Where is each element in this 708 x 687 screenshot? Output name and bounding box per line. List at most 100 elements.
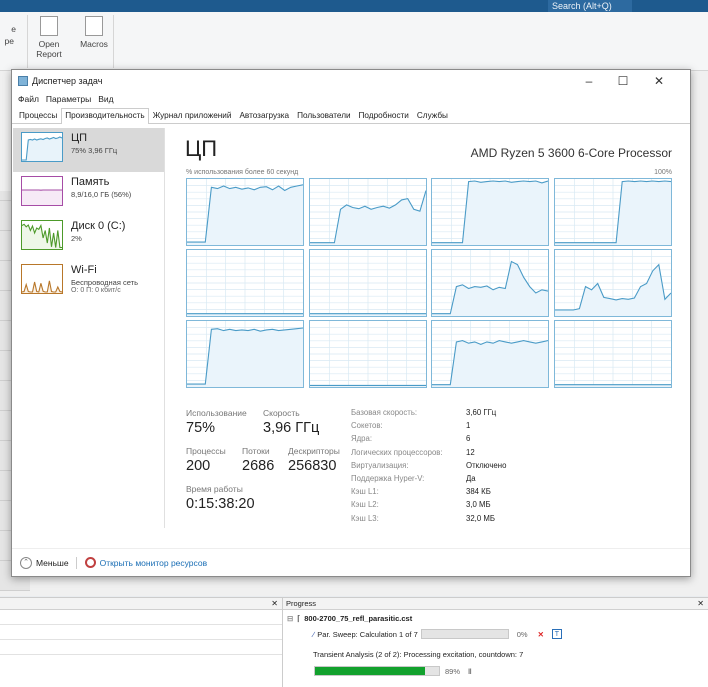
processes-label: Процессы [186,446,226,456]
cpu-core-graph [553,249,672,317]
ribbon-partial-item[interactable]: pe [0,36,14,46]
cpu-core-graph [186,320,304,388]
collapse-icon[interactable]: ⊟ [287,614,293,623]
menu-file[interactable]: Файл [18,94,39,104]
resource-sidebar: ЦП 75% 3,96 ГГц Память 8,9/16,0 ГБ (56%) Д… [13,128,165,528]
close-button[interactable]: ✕ [642,70,676,92]
app-title-bar: Search (Alt+Q) [0,0,708,12]
close-panel-icon[interactable]: ✕ [271,598,278,610]
sidebar-item-wifi[interactable]: Wi-Fi Беспроводная сеть О: 0 П: 0 кбит/с [13,260,164,304]
cpu-core-8-area [187,328,303,387]
menu-options[interactable]: Параметры [46,94,91,104]
progress-panel-title: Progress [286,599,317,608]
cpu-core-graph [553,178,672,246]
detail-label: Сокетов: [351,421,383,431]
minimize-button[interactable]: – [572,70,606,92]
abort-icon[interactable]: ✕ [538,630,544,639]
tab-app-history[interactable]: Журнал приложений [149,108,236,123]
panel-header: ✕ [0,598,282,610]
cpu-core-graph [431,320,549,388]
footer-bar: ⌃ Меньше Открыть монитор ресурсов [12,548,690,576]
sidebar-item-title: Память [71,176,110,188]
tab-startup[interactable]: Автозагрузка [235,108,293,123]
sidebar-item-cpu[interactable]: ЦП 75% 3,96 ГГц [13,128,164,172]
task-manager-icon [18,76,28,86]
threads-label: Потоки [242,446,270,456]
detail-value: 6 [466,434,471,444]
threads-value: 2686 [242,458,275,474]
cpu-core-graph [308,178,427,246]
detail-label: Кэш L1: [351,487,379,497]
sidebar-trace-1-area [22,190,62,205]
open-resource-monitor-link[interactable]: Открыть монитор ресурсов [100,558,208,568]
pause-icon[interactable]: ‖ [468,667,472,676]
cpu-core-graph [308,320,427,388]
maximize-button[interactable]: ☐ [606,70,640,92]
tab-users[interactable]: Пользователи [293,108,354,123]
uptime-label: Время работы [186,484,243,494]
sweep-percent: 0% [516,629,528,639]
open-report-button[interactable]: Open Report [31,16,67,59]
cpu-core-graph [186,178,304,246]
app-search-box[interactable]: Search (Alt+Q) [548,0,632,12]
task-manager-window: Диспетчер задач – ☐ ✕ Файл Параметры Вид… [11,69,691,577]
detail-value: 1 [466,421,471,431]
left-bottom-panel: ✕ [0,597,283,687]
speed-label: Скорость [263,408,300,418]
fewer-details-button[interactable]: Меньше [36,558,69,568]
detail-label: Кэш L2: [351,500,379,510]
cpu-thumbnail-graph [21,132,63,162]
detail-value: 32,0 МБ [466,513,495,523]
menu-bar: Файл Параметры Вид [12,92,690,106]
page-title: ЦП [185,136,218,161]
sweep-label: Par. Sweep: Calculation 1 of 7 [317,629,418,639]
sidebar-item-sub: Беспроводная сеть [71,278,139,287]
macros-button[interactable]: Macros [76,16,112,49]
sidebar-item-title: ЦП [71,132,88,144]
sidebar-item-disk[interactable]: Диск 0 (C:) 2% [13,216,164,260]
sweep-progress-bar [420,629,509,639]
detail-value: 384 КБ [466,487,491,497]
detail-label: Поддержка Hyper-V: [351,474,425,483]
detail-value: Да [466,474,476,483]
window-title: Диспетчер задач [32,76,103,86]
tab-details[interactable]: Подробности [355,108,413,123]
speed-value: 3,96 ГГц [263,420,320,436]
window-title-bar: Диспетчер задач – ☐ ✕ [12,70,690,92]
detail-value: 3,60 ГГц [466,408,497,417]
usage-value: 75% [186,420,216,436]
sidebar-item-title: Диск 0 (C:) [71,220,126,232]
report-icon [40,16,58,36]
memory-thumbnail-graph [21,176,63,206]
details-icon[interactable]: T [551,629,562,639]
graph-max-label: 100% [654,169,672,176]
tab-performance[interactable]: Производительность [61,108,149,124]
tab-processes[interactable]: Процессы [15,108,61,123]
ribbon-partial-item[interactable]: e [0,24,16,34]
cpu-core-graph [553,320,672,388]
uptime-value: 0:15:38:20 [186,496,255,512]
close-panel-icon[interactable]: ✕ [697,598,704,610]
handles-value: 256830 [288,458,337,474]
sidebar-item-sub: 75% 3,96 ГГц [71,146,118,155]
macros-icon [85,16,103,36]
tab-bar: Процессы Производительность Журнал прило… [12,106,690,124]
sweep-icon: ∕ [313,629,315,639]
tab-services[interactable]: Службы [413,108,452,123]
sidebar-item-title: Wi-Fi [71,264,97,276]
project-file-name: 800-2700_75_refl_parasitic.cst [304,614,413,623]
sidebar-item-sub: 8,9/16,0 ГБ (56%) [71,190,132,199]
sidebar-item-memory[interactable]: Память 8,9/16,0 ГБ (56%) [13,172,164,216]
cpu-core-2-area [432,181,548,245]
cpu-core-graph [308,249,427,317]
detail-value: Отключено [466,460,507,470]
progress-panel: Progress ✕ ⊟ ⌈ 800-2700_75_refl_parasitic.c… [283,597,708,687]
detail-label: Виртуализация: [351,460,409,470]
transient-percent: 89% [445,666,461,676]
resource-monitor-icon [84,557,96,568]
transient-label: Transient Analysis (2 of 2): Processing … [313,650,524,659]
menu-view[interactable]: Вид [98,94,113,104]
chevron-up-icon[interactable]: ⌃ [20,556,32,569]
sidebar-item-sub: 2% [71,234,82,243]
detail-value: 12 [466,447,475,457]
